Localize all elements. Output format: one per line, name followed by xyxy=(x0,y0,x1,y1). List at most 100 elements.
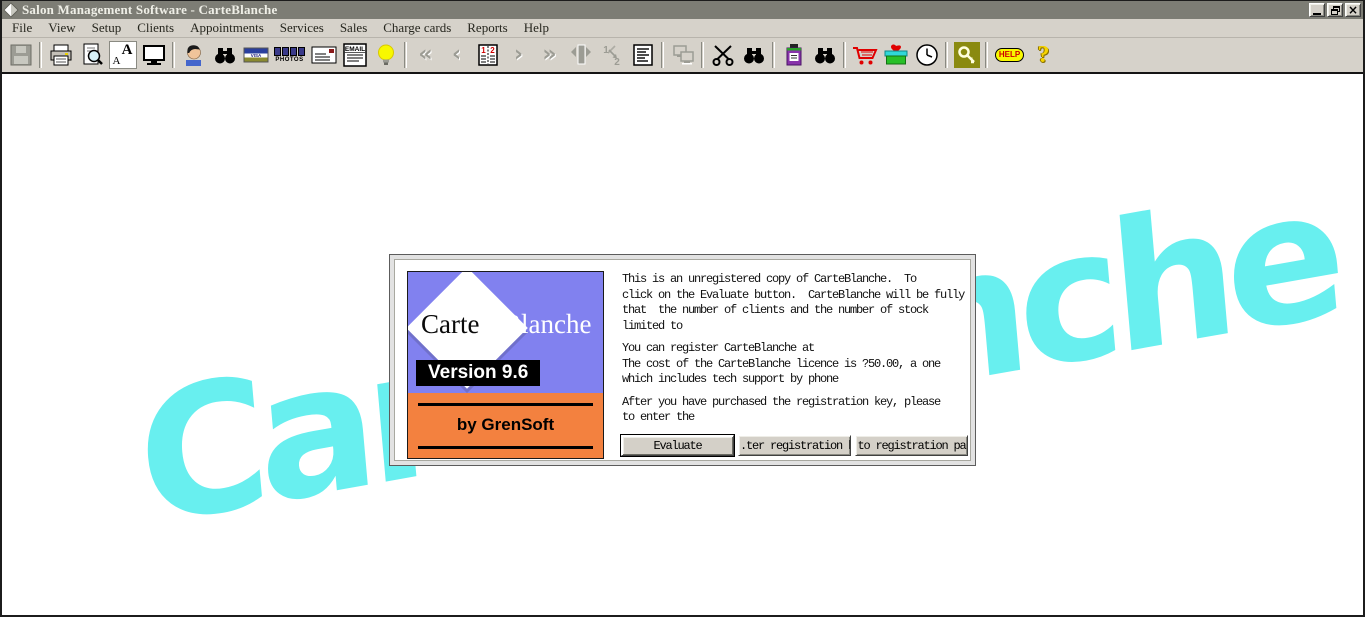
save-button[interactable] xyxy=(5,40,36,70)
security-button[interactable] xyxy=(951,40,982,70)
toolbar-separator xyxy=(985,42,988,68)
menu-reports[interactable]: Reports xyxy=(459,19,515,37)
last-record-button[interactable]: » xyxy=(534,40,565,70)
font-button[interactable]: A A xyxy=(107,40,138,70)
svg-text:EMAIL: EMAIL xyxy=(344,46,364,53)
close-button[interactable]: × xyxy=(1345,3,1361,17)
client-area: Carte Blanche Carte Blanche Version 9.6 b… xyxy=(2,74,1363,615)
toolbar-separator xyxy=(172,42,175,68)
exit-record-button[interactable] xyxy=(565,40,596,70)
toolbar-separator xyxy=(772,42,775,68)
question-mark-icon: ? xyxy=(1038,43,1050,67)
help-button[interactable]: HELP xyxy=(991,40,1028,70)
charge-card-button[interactable]: VISA xyxy=(240,40,271,70)
toolbar-separator xyxy=(661,42,664,68)
find-service-button[interactable] xyxy=(738,40,769,70)
app-window: Salon Management Software - CarteBlanche… xyxy=(0,0,1365,617)
exit-door-icon xyxy=(568,42,594,68)
app-diamond-icon xyxy=(3,2,19,18)
close-icon: × xyxy=(1348,5,1358,15)
logo-bottom-section: by GrenSoft xyxy=(408,393,603,458)
goto-record-button[interactable]: 1 2 xyxy=(472,40,503,70)
find-client-button[interactable] xyxy=(209,40,240,70)
registration-paragraph: This is an unregistered copy of CarteBla… xyxy=(622,272,967,334)
menu-setup[interactable]: Setup xyxy=(84,19,130,37)
previous-record-button[interactable]: ‹ xyxy=(441,40,472,70)
registration-paragraph: After you have purchased the registratio… xyxy=(622,395,967,426)
sort-order-icon: 1 2 xyxy=(599,42,625,68)
logo-word-blanche: Blanche xyxy=(503,309,591,339)
toolbar-separator xyxy=(945,42,948,68)
network-computers-icon xyxy=(670,42,696,68)
monitor-icon xyxy=(141,42,167,68)
clients-button[interactable] xyxy=(178,40,209,70)
network-button[interactable] xyxy=(667,40,698,70)
sales-button[interactable] xyxy=(849,40,880,70)
credit-card-icon: VISA xyxy=(242,42,270,68)
toolbar-separator xyxy=(843,42,846,68)
binoculars-icon xyxy=(741,42,767,68)
about-button[interactable]: ? xyxy=(1028,40,1059,70)
document-list-icon xyxy=(630,42,656,68)
mail-button[interactable] xyxy=(308,40,339,70)
stock-button[interactable] xyxy=(778,40,809,70)
menu-clients[interactable]: Clients xyxy=(129,19,182,37)
email-button[interactable]: EMAIL xyxy=(339,40,370,70)
next-record-icon: › xyxy=(514,44,523,66)
photos-icon: PHOTOS xyxy=(274,47,305,63)
menu-services[interactable]: Services xyxy=(272,19,332,37)
next-record-button[interactable]: › xyxy=(503,40,534,70)
dialog-button-row: Evaluate .ter registration k to registra… xyxy=(621,435,968,456)
menu-bar: File View Setup Clients Appointments Ser… xyxy=(2,19,1363,38)
menu-file[interactable]: File xyxy=(4,19,40,37)
enter-registration-key-button[interactable]: .ter registration k xyxy=(738,435,851,456)
shopping-cart-icon xyxy=(851,42,879,68)
menu-help[interactable]: Help xyxy=(516,19,557,37)
print-preview-button[interactable] xyxy=(76,40,107,70)
logo-top-section: Carte Blanche Version 9.6 xyxy=(408,272,603,393)
go-to-registration-page-button[interactable]: to registration pa xyxy=(855,435,968,456)
title-bar[interactable]: Salon Management Software - CarteBlanche… xyxy=(2,1,1363,19)
key-icon xyxy=(954,42,980,68)
print-button[interactable] xyxy=(45,40,76,70)
svg-text:VISA: VISA xyxy=(250,53,261,58)
clock-icon xyxy=(914,42,940,68)
sort-order-button[interactable]: 1 2 xyxy=(596,40,627,70)
divider xyxy=(418,446,593,449)
cut-service-button[interactable] xyxy=(707,40,738,70)
logo-word-carte: Carte xyxy=(421,309,479,339)
menu-view[interactable]: View xyxy=(40,19,83,37)
registration-paragraph: You can register CarteBlanche at The cos… xyxy=(622,341,967,388)
svg-text:1: 1 xyxy=(603,45,609,56)
svg-text:1: 1 xyxy=(481,46,486,55)
find-stock-button[interactable] xyxy=(809,40,840,70)
restore-button[interactable] xyxy=(1327,3,1343,17)
minimize-button[interactable] xyxy=(1309,3,1325,17)
menu-appointments[interactable]: Appointments xyxy=(182,19,272,37)
gift-button[interactable] xyxy=(880,40,911,70)
previous-record-icon: ‹ xyxy=(452,44,461,66)
record-pages-icon: 1 2 xyxy=(475,42,501,68)
photos-button[interactable]: PHOTOS xyxy=(271,40,308,70)
first-record-icon: « xyxy=(418,44,432,66)
tips-button[interactable] xyxy=(370,40,401,70)
help-bubble-icon: HELP xyxy=(995,48,1024,62)
restore-icon xyxy=(1331,6,1340,15)
list-report-button[interactable] xyxy=(627,40,658,70)
font-icon: A A xyxy=(109,41,137,69)
svg-text:2: 2 xyxy=(490,46,495,55)
toolbar: A A xyxy=(2,38,1363,74)
time-button[interactable] xyxy=(911,40,942,70)
print-preview-icon xyxy=(79,42,105,68)
display-button[interactable] xyxy=(138,40,169,70)
menu-charge-cards[interactable]: Charge cards xyxy=(375,19,459,37)
last-record-icon: » xyxy=(542,44,556,66)
menu-sales[interactable]: Sales xyxy=(332,19,375,37)
evaluate-button[interactable]: Evaluate xyxy=(621,435,734,456)
lightbulb-icon xyxy=(373,42,399,68)
gift-box-heart-icon xyxy=(882,42,910,68)
toolbar-separator xyxy=(404,42,407,68)
first-record-button[interactable]: « xyxy=(410,40,441,70)
divider xyxy=(418,403,593,406)
version-badge: Version 9.6 xyxy=(416,360,540,386)
